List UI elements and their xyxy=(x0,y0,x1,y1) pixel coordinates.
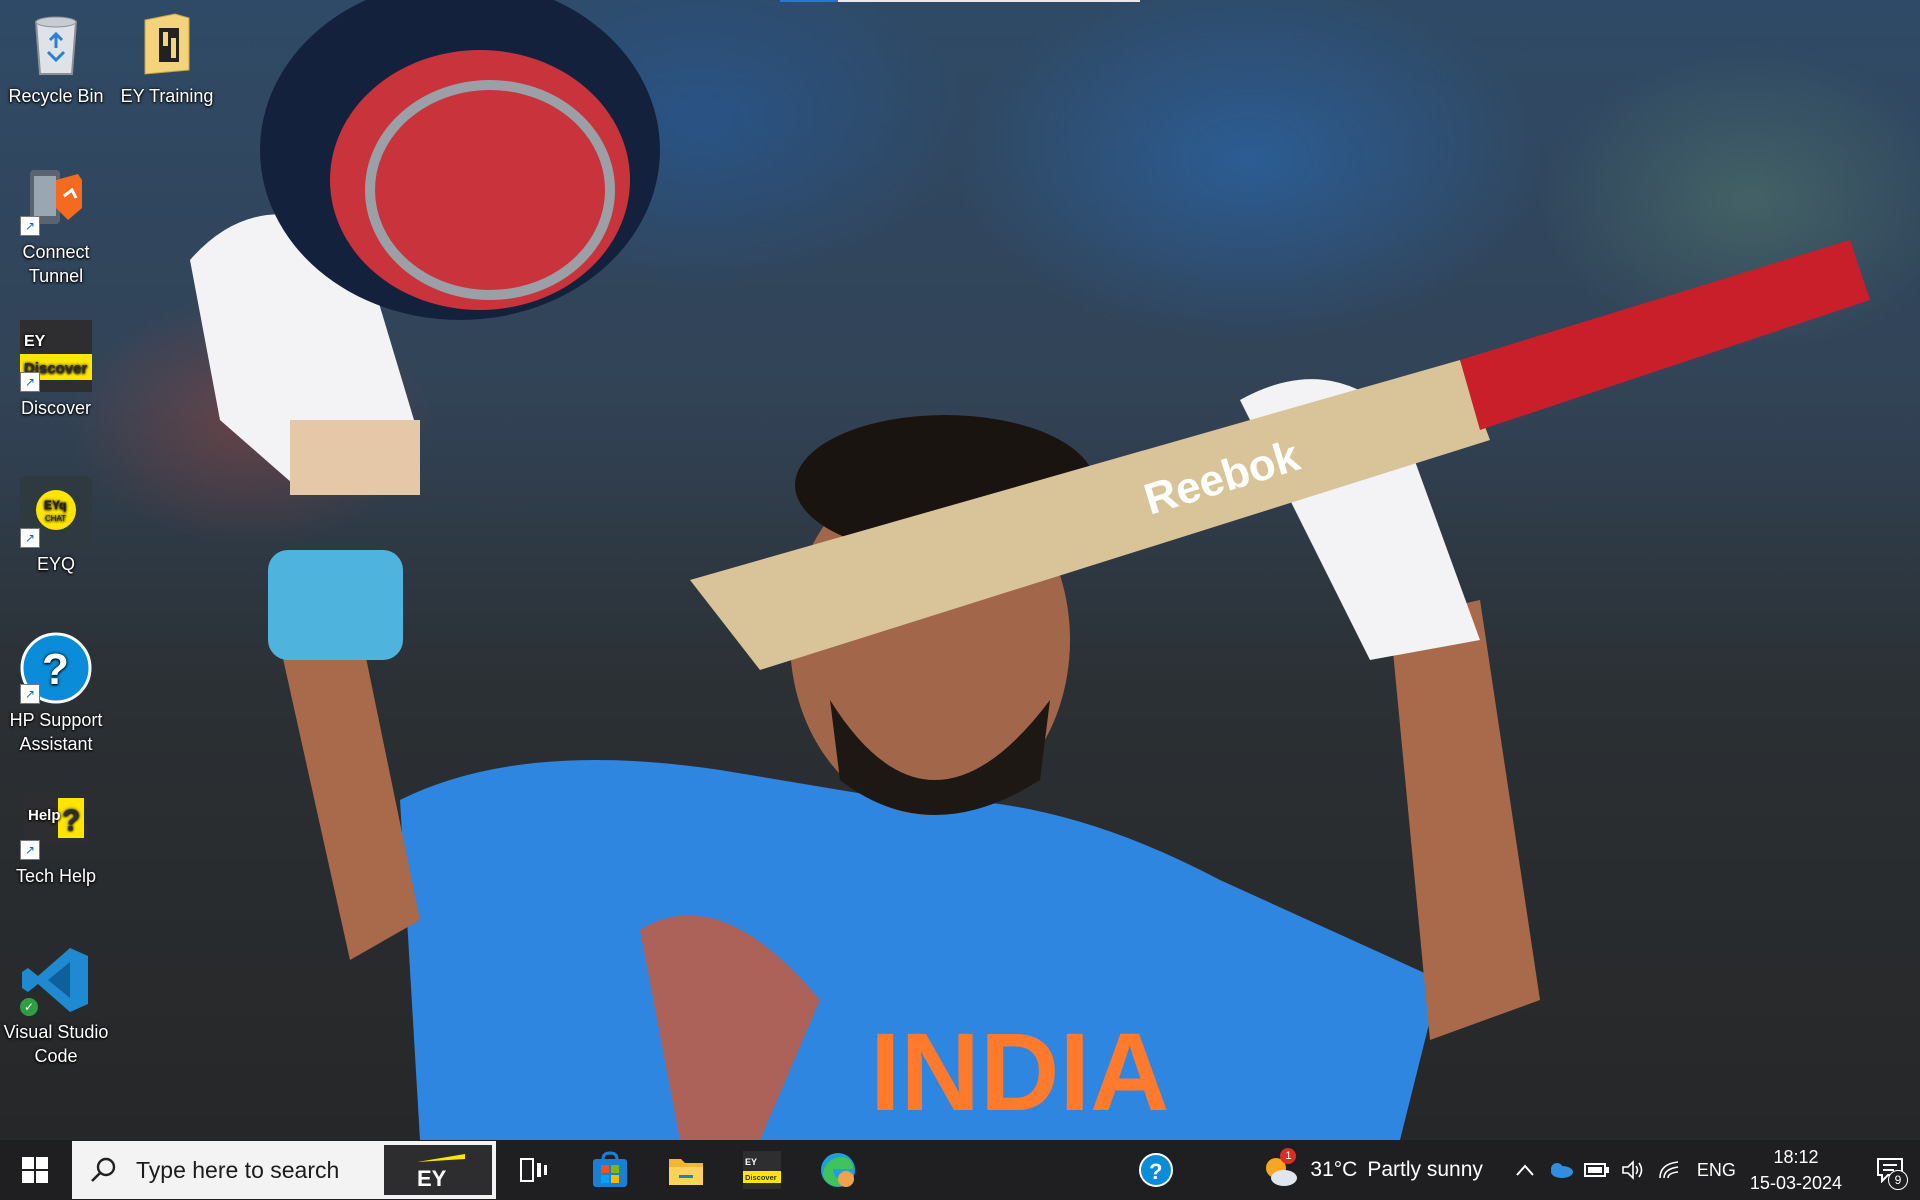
input-language-indicator[interactable]: ENG xyxy=(1697,1160,1736,1181)
desktop-wallpaper: Reebok INDIA xyxy=(0,0,1920,1140)
speaker-icon xyxy=(1622,1160,1643,1180)
svg-text:EYq: EYq xyxy=(44,498,66,512)
svg-text:?: ? xyxy=(42,645,69,694)
svg-text:CHAT: CHAT xyxy=(45,514,66,523)
svg-text:EY: EY xyxy=(24,333,46,350)
ey-discover-icon: EY Discover xyxy=(743,1151,781,1189)
onedrive-tray-button[interactable] xyxy=(1543,1140,1579,1200)
svg-text:Help: Help xyxy=(28,807,61,824)
taskbar: Type here to search EY EY Discover ? 1 3… xyxy=(0,1140,1920,1200)
desktop-icon-connect-tunnel[interactable]: ↗ Connect Tunnel xyxy=(2,156,110,288)
desktop-icon-visual-studio-code[interactable]: ✓ Visual Studio Code xyxy=(2,936,110,1068)
desktop-icon-label: Connect Tunnel xyxy=(22,242,90,286)
svg-text:Discover: Discover xyxy=(745,1173,777,1182)
shortcut-arrow-icon: ↗ xyxy=(20,216,40,236)
task-view-icon xyxy=(520,1158,547,1182)
sync-check-icon: ✓ xyxy=(20,998,38,1016)
microsoft-store-button[interactable] xyxy=(572,1140,648,1200)
volume-tray-button[interactable] xyxy=(1615,1140,1651,1200)
wifi-icon xyxy=(1659,1161,1679,1179)
tech-help-icon: Help ? ↗ xyxy=(20,788,92,860)
network-tray-button[interactable] xyxy=(1651,1140,1687,1200)
task-view-button[interactable] xyxy=(496,1140,572,1200)
help-icon: ? xyxy=(1139,1153,1173,1187)
windows-logo-icon xyxy=(22,1157,48,1183)
top-loading-bar-fill xyxy=(780,0,838,2)
desktop-icon-discover[interactable]: EY Discover ↗ Discover xyxy=(2,312,110,420)
edge-icon xyxy=(821,1153,855,1187)
shortcut-arrow-icon: ↗ xyxy=(20,840,40,860)
svg-text:?: ? xyxy=(1149,1159,1162,1184)
chevron-up-icon xyxy=(1516,1164,1534,1176)
edge-browser-button[interactable] xyxy=(800,1140,876,1200)
top-loading-bar xyxy=(780,0,1140,2)
svg-text:?: ? xyxy=(62,804,80,837)
shortcut-arrow-icon: ↗ xyxy=(20,372,40,392)
search-icon xyxy=(91,1157,116,1182)
hp-support-icon: ? ↗ xyxy=(20,632,92,704)
eyq-chat-icon: EYq CHAT ↗ xyxy=(20,476,92,548)
clock-time: 18:12 xyxy=(1773,1147,1819,1167)
desktop-icon-label: HP Support Assistant xyxy=(9,710,103,754)
ey-discover-taskbar-button[interactable]: EY Discover xyxy=(724,1140,800,1200)
desktop-icon-eyq[interactable]: EYq CHAT ↗ EYQ xyxy=(2,468,110,576)
clock-date: 15-03-2024 xyxy=(1749,1173,1842,1193)
onedrive-cloud-icon xyxy=(1550,1163,1573,1178)
desktop-icon-recycle-bin[interactable]: Recycle Bin xyxy=(2,0,110,108)
recycle-bin-icon xyxy=(20,8,92,80)
ey-logo-icon: EY xyxy=(417,1154,465,1190)
start-button[interactable] xyxy=(0,1140,70,1200)
weather-widget[interactable]: 1 31°C Partly sunny xyxy=(1260,1148,1483,1190)
desktop-icon-label: Recycle Bin xyxy=(8,86,104,106)
connect-tunnel-icon: ↗ xyxy=(20,164,92,236)
svg-text:EY: EY xyxy=(417,1166,447,1190)
desktop-icon-label: EYQ xyxy=(36,554,75,574)
svg-text:EY: EY xyxy=(745,1157,757,1167)
weather-condition: Partly sunny xyxy=(1367,1158,1483,1181)
folder-icon xyxy=(669,1159,703,1185)
notification-count-badge: 9 xyxy=(1888,1170,1908,1190)
vscode-icon: ✓ xyxy=(20,944,92,1016)
jersey-text: INDIA xyxy=(870,1011,1169,1134)
battery-icon xyxy=(1583,1163,1609,1177)
taskbar-search-box[interactable]: Type here to search EY xyxy=(72,1141,496,1199)
weather-temperature: 31°C xyxy=(1310,1158,1358,1181)
notification-center-button[interactable]: 9 xyxy=(1860,1140,1920,1200)
show-hidden-icons-button[interactable] xyxy=(1507,1140,1543,1200)
help-taskbar-button[interactable]: ? xyxy=(1118,1140,1194,1200)
weather-icon: 1 xyxy=(1260,1148,1300,1190)
system-tray: 1 31°C Partly sunny ENG 18:12 15-03-2024… xyxy=(1260,1140,1920,1200)
store-icon xyxy=(593,1151,627,1187)
desktop-icon-label: EY Training xyxy=(120,86,214,106)
desktop-icon-label: Visual Studio Code xyxy=(3,1022,109,1066)
ey-discover-icon: EY Discover ↗ xyxy=(20,320,92,392)
folder-icon xyxy=(131,8,203,80)
desktop-icon-hp-support-assistant[interactable]: ? ↗ HP Support Assistant xyxy=(2,624,110,756)
desktop-icon-label: Tech Help xyxy=(15,866,97,886)
ey-search-logo[interactable]: EY xyxy=(384,1145,492,1195)
desktop-icon-ey-training[interactable]: EY Training xyxy=(113,0,221,108)
desktop-icon-label: Discover xyxy=(20,398,91,418)
search-placeholder: Type here to search xyxy=(136,1156,340,1183)
desktop-icon-tech-help[interactable]: Help ? ↗ Tech Help xyxy=(2,780,110,888)
clock[interactable]: 18:12 15-03-2024 xyxy=(1750,1144,1842,1196)
shortcut-arrow-icon: ↗ xyxy=(20,528,40,548)
file-explorer-button[interactable] xyxy=(648,1140,724,1200)
shortcut-arrow-icon: ↗ xyxy=(20,684,40,704)
battery-tray-button[interactable] xyxy=(1579,1140,1615,1200)
